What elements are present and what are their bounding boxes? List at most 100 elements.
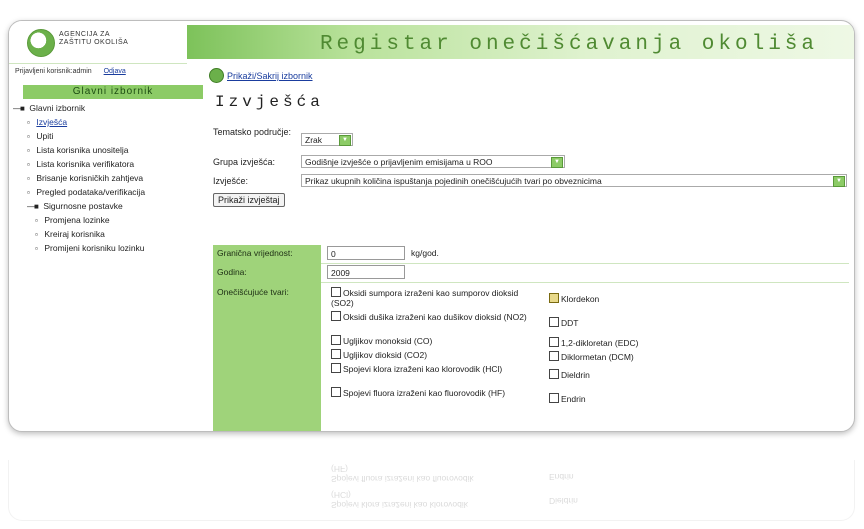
group-select[interactable]: Godišnje izvješće o prijavljenim emisija… [301,155,565,168]
sidebar-item-label: Pregled podataka/verifikacija [36,187,146,197]
logo-line-2: ZAŠTITU OKOLIŠA [59,39,129,46]
leaf-bullet-icon: ▫ [27,160,30,169]
pollutant-label: Ugljikov dioksid (CO2) [343,350,428,360]
checkbox-icon[interactable] [331,335,341,345]
thematic-value: Zrak [305,135,322,145]
pollutant-label: Spojevi fluora izraženi kao fluorovodik … [343,388,506,398]
dropdown-arrow-icon: ▼ [339,135,351,146]
pollutants-label: Onečišćujuće tvari: [217,287,289,297]
pollutant-label: Oksidi dušika izraženi kao dušikov dioks… [343,312,527,322]
sidebar-item-label: Promijeni korisniku lozinku [44,243,145,253]
menu-root[interactable]: —■ Glavni izbornik [13,101,207,115]
sidebar-item-label: Lista korisnika unositelja [36,145,129,155]
pollutant-label: Oksidi sumpora izraženi kao sumporov dio… [331,288,519,308]
pollutant-dcm[interactable]: Diklormetan (DCM) [549,351,754,362]
sidebar-item-label: Kreiraj korisnika [44,229,105,239]
year-input[interactable]: 2009 [327,265,405,279]
leaf-bullet-icon: ▫ [35,230,38,239]
sidebar-item-verifikatori[interactable]: ▫ Lista korisnika verifikatora [13,157,207,171]
reflection-text: Endrin [549,472,574,482]
logo-line-1: AGENCIJA ZA [59,31,111,38]
sidebar-item-promijeni-lozinku[interactable]: ▫ Promijeni korisniku lozinku [13,241,207,255]
leaf-bullet-icon: ▫ [27,118,30,127]
reflection-text: (HCl) [331,490,351,500]
checkbox-icon[interactable] [549,393,559,403]
leaf-bullet-icon: ▫ [27,188,30,197]
checkbox-icon[interactable] [549,293,559,303]
pollutant-label: 1,2-dikloretan (EDC) [561,338,639,348]
dropdown-arrow-icon: ▼ [833,176,845,187]
pollutant-ddt[interactable]: DDT [549,317,754,328]
pollutant-endrin[interactable]: Endrin [549,393,754,404]
sidebar-item-brisanje[interactable]: ▫ Brisanje korisničkih zahtjeva [13,171,207,185]
pollutant-hcl[interactable]: Spojevi klora izraženi kao klorovodik (H… [331,363,536,374]
checkbox-icon[interactable] [549,317,559,327]
leaf-bullet-icon: ▫ [27,146,30,155]
threshold-unit: kg/god. [411,248,439,258]
logged-user-text: Prijavljeni korisnik:admin [15,68,92,75]
sidebar-item-izvjesca[interactable]: ▫ Izvješća [13,115,207,129]
sidebar-item-promjena-lozinke[interactable]: ▫ Promjena lozinke [13,213,207,227]
sidebar-item-label: Brisanje korisničkih zahtjeva [36,173,144,183]
sidebar-item-label: Lista korisnika verifikatora [36,159,135,169]
node-bullet-icon: ■ [34,202,39,211]
year-label: Godina: [217,267,247,277]
report-select[interactable]: Prikaz ukupnih količina ispuštanja pojed… [301,174,847,187]
tree-collapse-icon: — [27,202,35,211]
page-title: Izvješća [215,93,324,111]
pollutant-dieldrin[interactable]: Dieldrin [549,369,754,380]
logo[interactable]: AGENCIJA ZA ZAŠTITU OKOLIŠA [9,21,187,64]
menu-tree: —■ Glavni izbornik ▫ Izvješća ▫ Upiti ▫ … [13,101,207,255]
thematic-label: Tematsko područje: [213,127,292,137]
checkbox-icon[interactable] [549,369,559,379]
pollutant-label: Dieldrin [561,370,590,380]
threshold-label: Granična vrijednost: [217,248,293,258]
show-report-button[interactable]: Prikaži izvještaj [213,193,285,207]
pollutant-edc[interactable]: 1,2-dikloretan (EDC) [549,337,754,348]
toggle-menu-icon[interactable] [209,68,224,83]
app-window: AGENCIJA ZA ZAŠTITU OKOLIŠA Registar one… [8,20,855,432]
pollutant-label: Ugljikov monoksid (CO) [343,336,433,346]
sidebar-item-label: Sigurnosne postavke [43,201,123,211]
checkbox-icon[interactable] [549,351,559,361]
sidebar-item-upiti[interactable]: ▫ Upiti [13,129,207,143]
sidebar-item-pregled[interactable]: ▫ Pregled podataka/verifikacija [13,185,207,199]
pollutant-co[interactable]: Ugljikov monoksid (CO) [331,335,536,346]
pollutant-so2[interactable]: Oksidi sumpora izraženi kao sumporov dio… [331,287,536,308]
pollutant-klordekon[interactable]: Klordekon [549,293,754,304]
checkbox-icon[interactable] [331,287,341,297]
main-content: Prikaži/Sakrij izbornik Izvješća Tematsk… [209,53,854,431]
checkbox-icon[interactable] [549,337,559,347]
sidebar-item-label: Izvješća [36,117,68,127]
pollutant-label: Klordekon [561,294,600,304]
pollutant-label: Diklormetan (DCM) [561,352,634,362]
pollutant-label: Spojevi klora izraženi kao klorovodik (H… [343,364,503,374]
leaf-bullet-icon: ▫ [27,132,30,141]
dropdown-arrow-icon: ▼ [551,157,563,168]
checkbox-icon[interactable] [331,387,341,397]
tree-collapse-icon: — [13,104,21,113]
menu-root-label: Glavni izbornik [29,103,86,113]
checkbox-icon[interactable] [331,363,341,373]
thematic-select[interactable]: Zrak ▼ [301,133,353,146]
checkbox-icon[interactable] [331,349,341,359]
pollutant-no2[interactable]: Oksidi dušika izraženi kao dušikov dioks… [331,311,536,322]
group-label: Grupa izvješća: [213,157,276,167]
toggle-menu-link[interactable]: Prikaži/Sakrij izbornik [227,71,313,81]
logout-link[interactable]: Odjava [104,68,126,75]
leaf-bullet-icon: ▫ [35,216,38,225]
sidebar-item-label: Upiti [36,131,54,141]
logo-text: AGENCIJA ZA ZAŠTITU OKOLIŠA [59,31,128,47]
pollutant-co2[interactable]: Ugljikov dioksid (CO2) [331,349,536,360]
sidebar: Glavni izbornik —■ Glavni izbornik ▫ Izv… [9,85,207,255]
sidebar-item-kreiraj[interactable]: ▫ Kreiraj korisnika [13,227,207,241]
pollutant-hf[interactable]: Spojevi fluora izraženi kao fluorovodik … [331,387,536,398]
sidebar-item-sigurnosne[interactable]: —■ Sigurnosne postavke [13,199,207,213]
report-value: Prikaz ukupnih količina ispuštanja pojed… [305,176,602,186]
checkbox-icon[interactable] [331,311,341,321]
threshold-input[interactable]: 0 [327,246,405,260]
sidebar-item-unositelji[interactable]: ▫ Lista korisnika unositelja [13,143,207,157]
agency-logo-icon [27,29,55,57]
row-divider [321,263,849,264]
filter-grid: Granična vrijednost: 0 kg/god. Godina: 2… [213,245,849,431]
